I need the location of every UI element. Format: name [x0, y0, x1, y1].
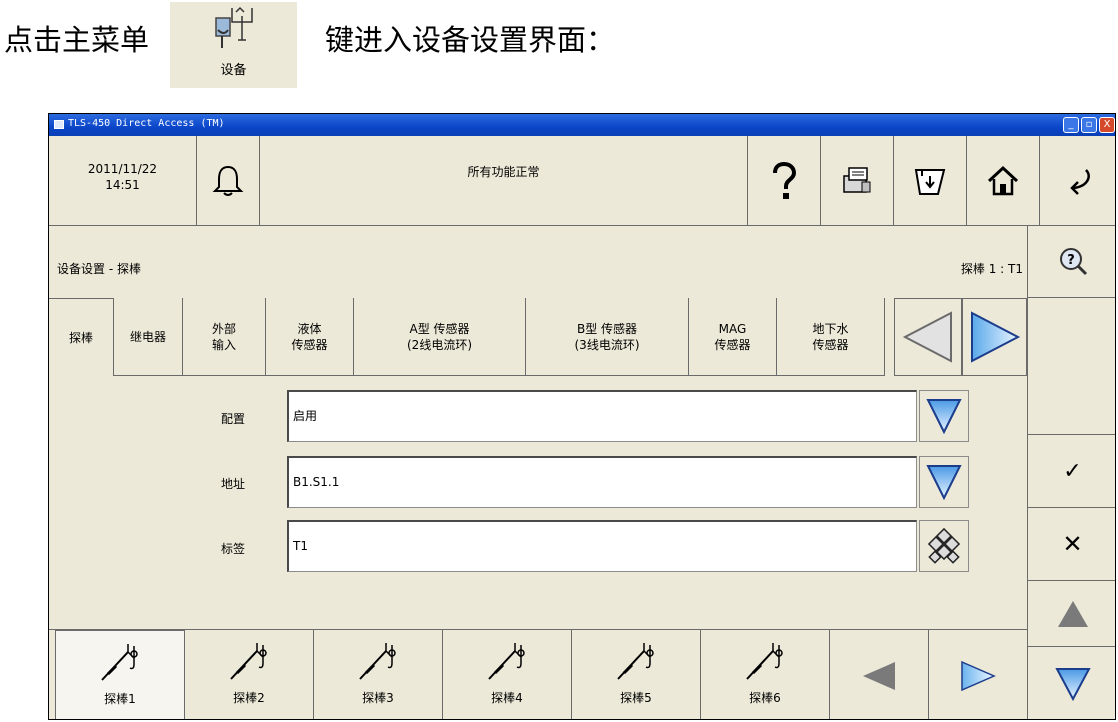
- maximize-button[interactable]: ▫: [1081, 117, 1097, 133]
- probe-icon: [101, 644, 138, 681]
- window-title: TLS-450 Direct Access (TM): [68, 118, 225, 129]
- config-label: 配置: [221, 412, 246, 426]
- config-field[interactable]: 启用: [287, 390, 917, 442]
- device-icon-label: 设备: [220, 63, 247, 78]
- tab-liquid-sensor[interactable]: 液体 传感器: [266, 298, 354, 376]
- right-sidebar: ? ✓ ✕: [1027, 226, 1115, 719]
- tab-type-b-sensor[interactable]: B型 传感器 (3线电流环): [526, 298, 689, 376]
- date-text: 2011/11/22: [87, 162, 158, 176]
- chevron-down-icon: [926, 465, 962, 501]
- probe-4-button[interactable]: 探棒4: [443, 630, 572, 719]
- intro-prefix: 点击主菜单: [4, 23, 150, 57]
- probe-page-next-button[interactable]: [929, 630, 1027, 719]
- triangle-right-icon: [970, 311, 1020, 363]
- help-icon: [773, 161, 797, 199]
- chevron-down-icon: [926, 399, 962, 435]
- probe-icon: [230, 643, 267, 680]
- intro-suffix: 键进入设备设置界面：: [325, 23, 616, 57]
- breadcrumb: 设备设置 - 探棒: [57, 262, 141, 276]
- bell-icon: [212, 165, 244, 196]
- reports-button[interactable]: [820, 136, 893, 226]
- probe-5-button[interactable]: 探棒5: [572, 630, 701, 719]
- home-icon: [987, 165, 1019, 195]
- back-button[interactable]: [1039, 136, 1115, 226]
- tab-scroll-left-button[interactable]: [894, 298, 962, 376]
- triangle-right-icon: [961, 660, 996, 691]
- probe-icon: [746, 643, 783, 680]
- config-dropdown-button[interactable]: [919, 390, 969, 442]
- svg-text:?: ?: [1067, 253, 1075, 268]
- tab-mag-sensor[interactable]: MAG 传感器: [689, 298, 777, 376]
- tab-type-a-sensor[interactable]: A型 传感器 (2线电流环): [354, 298, 526, 376]
- reports-icon: [843, 166, 871, 193]
- help-button[interactable]: [747, 136, 820, 226]
- probe-6-button[interactable]: 探棒6: [701, 630, 830, 719]
- up-arrow-icon: [1057, 600, 1088, 627]
- down-arrow-icon: [1054, 668, 1091, 702]
- scroll-up-button[interactable]: [1028, 581, 1115, 647]
- app-icon: [54, 120, 64, 129]
- datetime-display: 2011/11/22 14:51: [49, 136, 196, 226]
- printer-button[interactable]: [893, 136, 966, 226]
- alarm-button[interactable]: [196, 136, 259, 226]
- tab-relay[interactable]: 继电器: [114, 298, 183, 376]
- device-tabs: 探棒 继电器 外部 输入 液体 传感器 A型 传感器 (2线电流环) B型 传感…: [49, 298, 894, 376]
- cancel-button[interactable]: ✕: [1028, 508, 1115, 581]
- probe-icon: [617, 643, 654, 680]
- accept-button[interactable]: ✓: [1028, 435, 1115, 508]
- tls450-window: TLS-450 Direct Access (TM) _ ▫ X 2011/11…: [48, 113, 1116, 720]
- probe-4-label: 探棒4: [491, 691, 523, 705]
- printer-icon: [914, 168, 946, 195]
- probe-3-button[interactable]: 探棒3: [314, 630, 443, 719]
- tab-groundwater-sensor[interactable]: 地下水 传感器: [777, 298, 885, 376]
- probe-icon: [359, 643, 396, 680]
- address-label: 地址: [221, 477, 246, 491]
- tab-scroll-right-button[interactable]: [962, 298, 1027, 376]
- triangle-left-icon: [902, 311, 952, 363]
- close-button[interactable]: X: [1099, 117, 1115, 133]
- probe-1-button[interactable]: 探棒1: [55, 630, 185, 719]
- sidebar-spacer: [1028, 298, 1115, 435]
- title-bar[interactable]: TLS-450 Direct Access (TM) _ ▫ X: [49, 114, 1115, 136]
- keyboard-icon: [927, 528, 961, 564]
- probe-1-label: 探棒1: [104, 692, 136, 706]
- tab-probe[interactable]: 探棒: [49, 298, 114, 376]
- keyboard-button[interactable]: [919, 520, 969, 572]
- search-help-button[interactable]: ?: [1028, 226, 1115, 298]
- system-status: 所有功能正常: [259, 136, 747, 226]
- tab-external-input[interactable]: 外部 输入: [183, 298, 266, 376]
- triangle-left-icon: [863, 661, 895, 690]
- back-icon: [1069, 168, 1090, 195]
- minimize-button[interactable]: _: [1063, 117, 1079, 133]
- search-help-icon: ?: [1059, 247, 1087, 275]
- device-menu-button: 设备: [170, 2, 297, 88]
- probe-5-label: 探棒5: [620, 691, 652, 705]
- probe-page-prev-button[interactable]: [830, 630, 929, 719]
- scroll-down-button[interactable]: [1028, 647, 1115, 719]
- probe-icon: [488, 643, 525, 680]
- home-button[interactable]: [966, 136, 1039, 226]
- tag-field[interactable]: T1: [287, 520, 917, 572]
- probe-3-label: 探棒3: [362, 691, 394, 705]
- probe-6-label: 探棒6: [749, 691, 781, 705]
- probe-2-button[interactable]: 探棒2: [185, 630, 314, 719]
- address-field[interactable]: B1.S1.1: [287, 456, 917, 508]
- device-tools-icon: [215, 6, 253, 48]
- address-dropdown-button[interactable]: [919, 456, 969, 508]
- current-probe-id: 探棒 1 : T1: [960, 262, 1023, 276]
- tag-label: 标签: [221, 542, 246, 556]
- time-text: 14:51: [105, 178, 140, 192]
- probe-2-label: 探棒2: [233, 691, 265, 705]
